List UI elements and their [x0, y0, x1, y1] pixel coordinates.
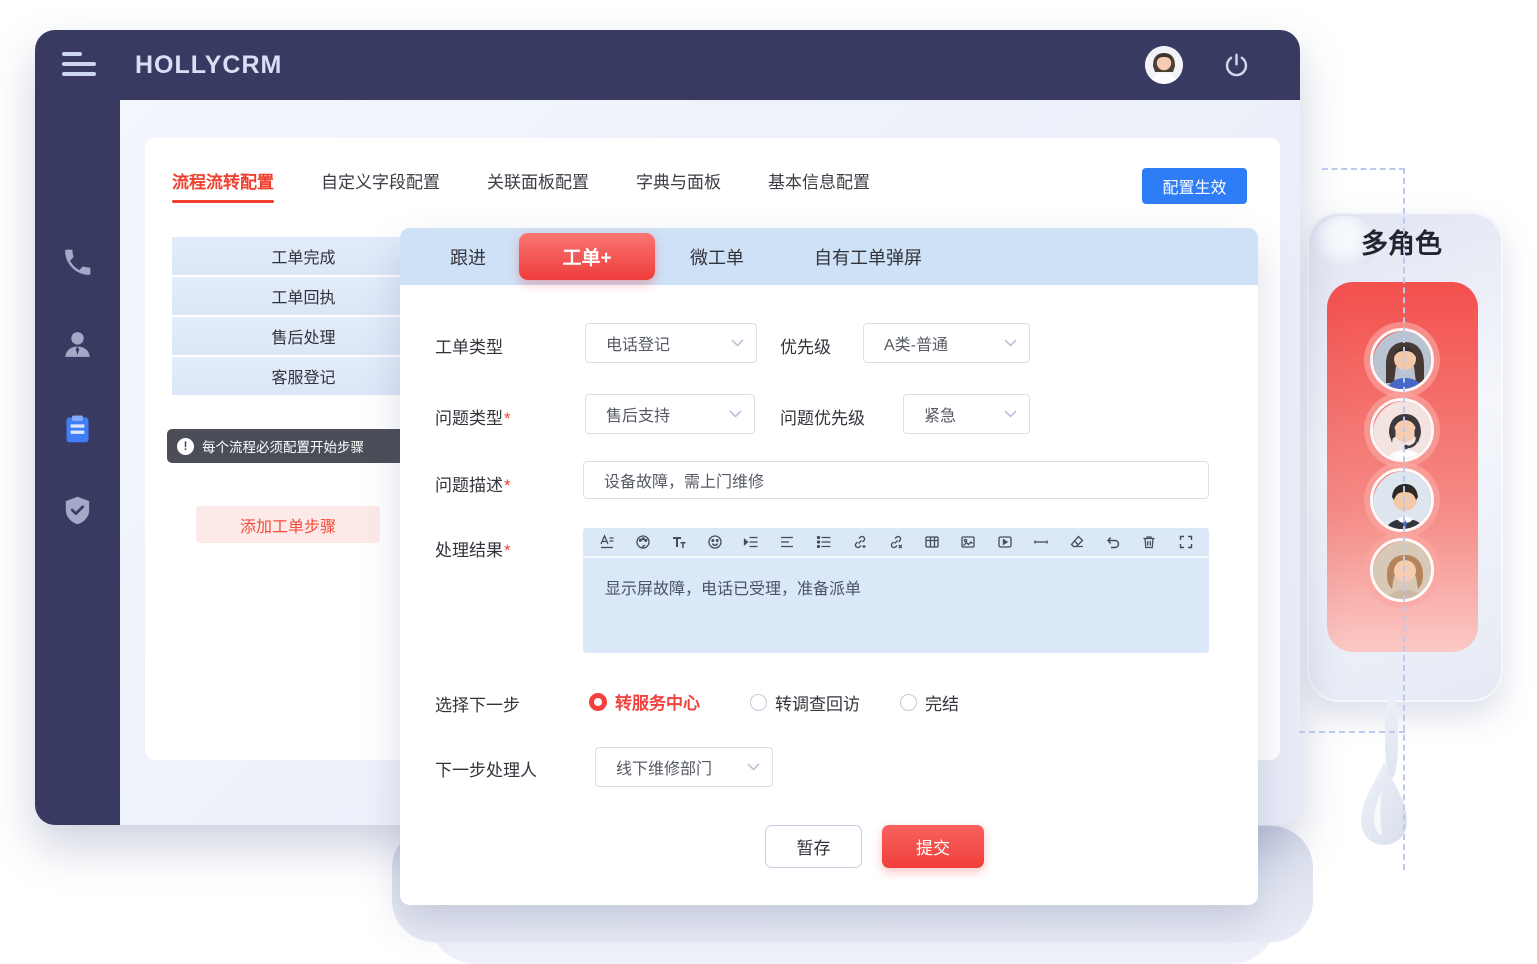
radio-unselected-icon — [900, 694, 917, 711]
apply-config-button[interactable]: 配置生效 — [1142, 168, 1247, 204]
ticket-form-modal: 跟进 工单+ 微工单 自有工单弹屏 工单类型 电话登记 优先级 A类-普通 问题… — [400, 228, 1258, 905]
chevron-down-icon — [747, 758, 760, 776]
list-item-step[interactable]: 客服登记 — [172, 357, 435, 395]
chevron-down-icon — [729, 405, 742, 423]
image-icon[interactable] — [960, 534, 977, 551]
issue-priority-label: 问题优先级 — [780, 404, 865, 429]
role-avatar-female-customer — [1370, 538, 1434, 602]
phone-icon[interactable] — [61, 246, 94, 279]
issue-desc-input[interactable]: 设备故障，需上门维修 — [583, 461, 1209, 499]
warning-tooltip: ! 每个流程必须配置开始步骤 — [167, 429, 413, 463]
app-sidebar — [35, 100, 120, 825]
roles-title: 多角色 — [1361, 222, 1442, 261]
palette-icon[interactable] — [634, 534, 651, 551]
radio-finish[interactable]: 完结 — [900, 690, 959, 715]
next-step-label: 选择下一步 — [435, 691, 520, 716]
app-title: HOLLYCRM — [135, 51, 282, 80]
chevron-down-icon — [1004, 405, 1017, 423]
indent-icon[interactable] — [743, 534, 760, 551]
app-header: HOLLYCRM — [35, 30, 1300, 100]
undo-icon[interactable] — [1105, 534, 1122, 551]
screenshot-canvas: HOLLYCRM — [0, 0, 1537, 964]
required-mark: * — [504, 409, 511, 428]
ticket-type-select[interactable]: 电话登记 — [585, 323, 757, 363]
result-label: 处理结果* — [435, 536, 511, 561]
radio-selected-icon — [589, 693, 607, 711]
tab-follow-up[interactable]: 跟进 — [450, 244, 486, 270]
required-mark: * — [504, 476, 511, 495]
issue-type-select[interactable]: 售后支持 — [585, 394, 755, 434]
security-shield-icon[interactable] — [61, 494, 94, 527]
tab-own-ticket-popup[interactable]: 自有工单弹屏 — [814, 244, 922, 270]
tab-dictionary-panel[interactable]: 字典与面板 — [636, 168, 721, 203]
dashed-line-vertical — [1403, 168, 1405, 870]
list-item-step[interactable]: 工单完成 — [172, 237, 435, 275]
workflow-step-list: 工单完成 工单回执 售后处理 客服登记 — [172, 237, 435, 397]
tab-linked-panel[interactable]: 关联面板配置 — [487, 168, 589, 203]
tab-micro-ticket[interactable]: 微工单 — [690, 244, 744, 270]
trash-icon[interactable] — [1141, 534, 1158, 551]
table-icon[interactable] — [924, 534, 941, 551]
result-rich-editor[interactable]: 显示屏故障，电话已受理，准备派单 — [583, 528, 1209, 653]
radio-service-center[interactable]: 转服务中心 — [589, 689, 700, 714]
role-avatar-female-agent — [1370, 328, 1434, 392]
required-mark: * — [504, 541, 511, 560]
result-editor-text[interactable]: 显示屏故障，电话已受理，准备派单 — [583, 558, 1209, 616]
ticket-clipboard-icon[interactable] — [61, 412, 94, 445]
submit-button[interactable]: 提交 — [882, 825, 984, 868]
role-avatar-male-manager — [1370, 468, 1434, 532]
priority-label: 优先级 — [780, 333, 831, 358]
eraser-icon[interactable] — [1068, 534, 1085, 551]
issue-type-label: 问题类型* — [435, 404, 511, 429]
list-item-step[interactable]: 工单回执 — [172, 277, 435, 315]
next-handler-select[interactable]: 线下维修部门 — [595, 747, 773, 787]
modal-tab-bar: 跟进 工单+ 微工单 自有工单弹屏 — [400, 228, 1258, 285]
align-icon[interactable] — [779, 534, 796, 551]
add-step-button[interactable]: 添加工单步骤 — [196, 506, 380, 543]
editor-toolbar — [583, 528, 1209, 558]
dashed-line-bottom — [1299, 731, 1405, 733]
tab-basic-info[interactable]: 基本信息配置 — [768, 168, 870, 203]
issue-priority-select[interactable]: 紧急 — [903, 394, 1030, 434]
next-handler-label: 下一步处理人 — [435, 756, 537, 781]
ticket-type-label: 工单类型 — [435, 333, 503, 358]
link-remove-icon[interactable] — [888, 534, 905, 551]
text-style-icon[interactable] — [598, 534, 615, 551]
list-item-step[interactable]: 售后处理 — [172, 317, 435, 355]
power-icon[interactable] — [1223, 52, 1250, 79]
menu-icon[interactable] — [62, 52, 96, 78]
role-avatar-headset-agent — [1370, 398, 1434, 462]
tab-flow-config[interactable]: 流程流转配置 — [172, 168, 274, 203]
chevron-down-icon — [1004, 334, 1017, 352]
droplet-decoration — [1352, 760, 1416, 860]
tab-custom-fields[interactable]: 自定义字段配置 — [321, 168, 440, 203]
link-add-icon[interactable] — [851, 534, 868, 551]
issue-desc-label: 问题描述* — [435, 471, 511, 496]
config-tab-bar: 流程流转配置 自定义字段配置 关联面板配置 字典与面板 基本信息配置 — [172, 168, 870, 203]
save-draft-button[interactable]: 暂存 — [765, 825, 862, 868]
warning-text: 每个流程必须配置开始步骤 — [202, 436, 364, 456]
video-icon[interactable] — [996, 534, 1013, 551]
dashed-line-top — [1322, 168, 1405, 170]
priority-select[interactable]: A类-普通 — [863, 323, 1030, 363]
emoji-icon[interactable] — [707, 534, 724, 551]
user-avatar[interactable] — [1145, 46, 1183, 84]
font-size-icon[interactable] — [670, 534, 687, 551]
radio-unselected-icon — [750, 694, 767, 711]
chevron-down-icon — [731, 334, 744, 352]
fullscreen-icon[interactable] — [1177, 534, 1194, 551]
horizontal-rule-icon[interactable] — [1032, 534, 1049, 551]
contacts-icon[interactable] — [61, 328, 94, 361]
exclamation-icon: ! — [177, 438, 194, 455]
tab-ticket-plus[interactable]: 工单+ — [519, 233, 655, 280]
list-icon[interactable] — [815, 534, 832, 551]
radio-survey-callback[interactable]: 转调查回访 — [750, 690, 860, 715]
